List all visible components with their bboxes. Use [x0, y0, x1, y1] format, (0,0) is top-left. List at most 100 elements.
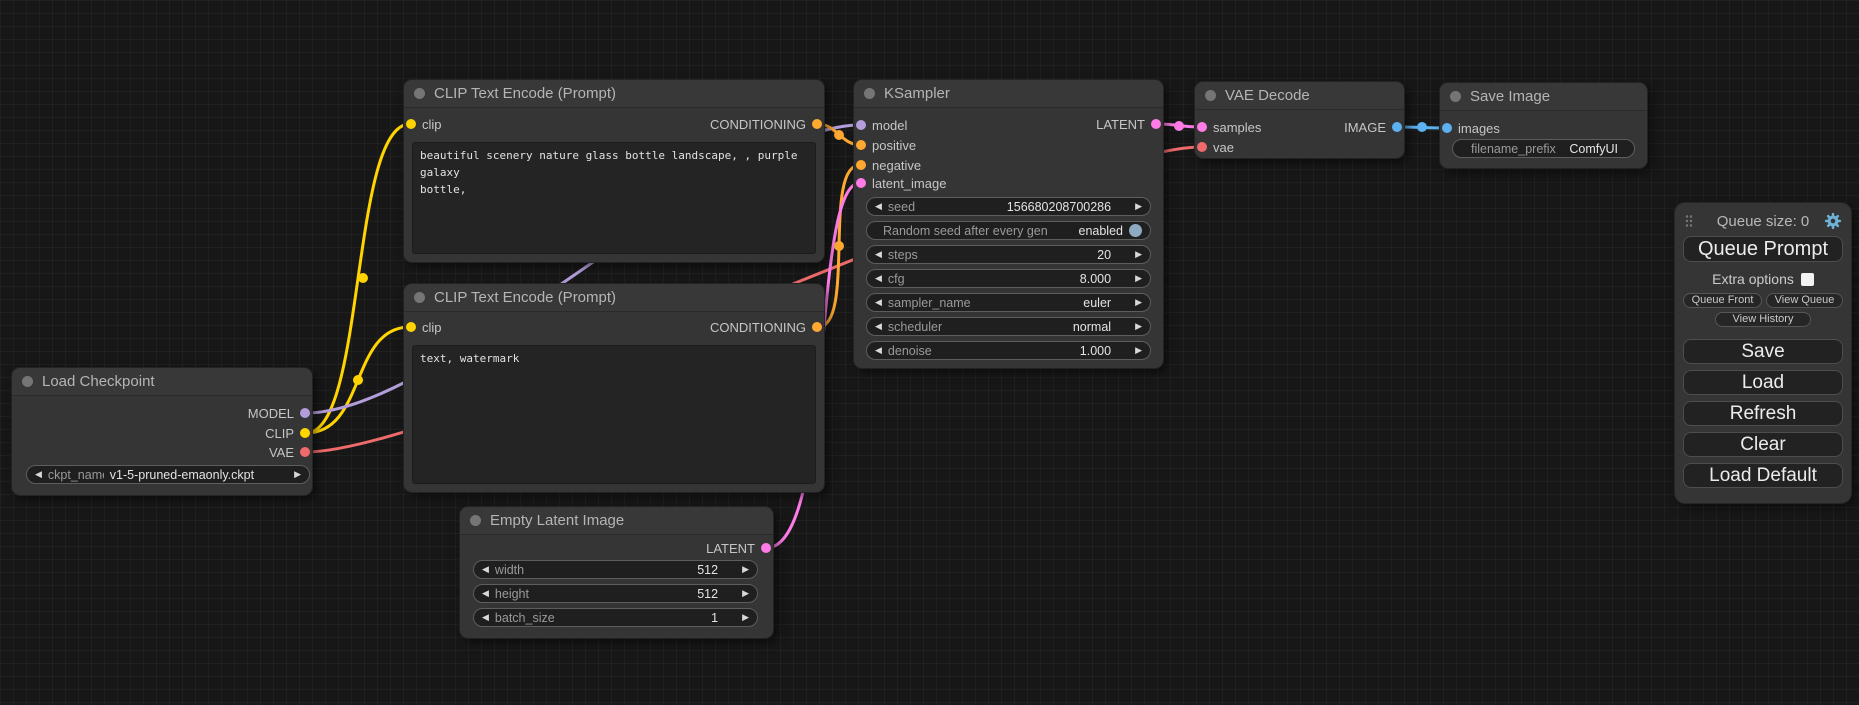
port-row-clip-input: clip — [406, 319, 442, 335]
increment-arrow-icon[interactable]: ▶ — [1135, 202, 1142, 211]
view-history-button[interactable]: View History — [1715, 312, 1811, 327]
decrement-arrow-icon[interactable]: ◀ — [482, 589, 489, 598]
conditioning-output-port[interactable] — [812, 322, 822, 332]
node-graph-canvas[interactable]: Load Checkpoint MODEL CLIP VAE ◀ ckpt_na… — [0, 0, 1859, 705]
images-input-port[interactable] — [1442, 123, 1452, 133]
widget-random-seed-toggle[interactable]: Random seed after every gen enabled — [866, 221, 1151, 240]
drag-handle-icon[interactable] — [1684, 214, 1694, 228]
settings-gear-icon[interactable] — [1824, 212, 1842, 230]
vae-input-port[interactable] — [1197, 142, 1207, 152]
node-empty-latent-image: Empty Latent Image LATENT ◀ width 512 ▶ … — [460, 507, 773, 638]
conditioning-output-port[interactable] — [812, 119, 822, 129]
latent-output-port[interactable] — [1151, 119, 1161, 129]
collapse-dot-icon[interactable] — [470, 515, 481, 526]
port-row-clip-output: CLIP — [265, 425, 310, 441]
queue-panel-header: Queue size: 0 — [1683, 210, 1843, 232]
collapse-dot-icon[interactable] — [414, 292, 425, 303]
widget-steps[interactable]: ◀ steps 20 ▶ — [866, 245, 1151, 264]
save-button[interactable]: Save — [1683, 339, 1843, 364]
queue-prompt-button[interactable]: Queue Prompt — [1683, 236, 1843, 262]
decrement-arrow-icon[interactable]: ◀ — [875, 298, 882, 307]
load-default-button[interactable]: Load Default — [1683, 463, 1843, 488]
toggle-enabled-icon[interactable] — [1129, 224, 1142, 237]
port-label: vae — [1213, 140, 1234, 155]
node-titlebar[interactable]: Empty Latent Image — [460, 507, 773, 535]
port-row-model-output: MODEL — [248, 405, 310, 421]
node-clip-text-encode-negative: CLIP Text Encode (Prompt) clip CONDITION… — [404, 284, 824, 492]
prompt-textarea[interactable]: text, watermark — [412, 345, 816, 484]
widget-width[interactable]: ◀ width 512 ▶ — [473, 560, 758, 579]
latent-output-port[interactable] — [761, 543, 771, 553]
port-row-conditioning-output: CONDITIONING — [710, 116, 822, 132]
positive-input-port[interactable] — [856, 140, 866, 150]
decrement-arrow-icon[interactable]: ◀ — [875, 346, 882, 355]
increment-arrow-icon[interactable]: ▶ — [742, 589, 749, 598]
port-row-latent-output: LATENT — [706, 540, 771, 556]
decrement-arrow-icon[interactable]: ◀ — [875, 274, 882, 283]
collapse-dot-icon[interactable] — [1205, 90, 1216, 101]
clear-button[interactable]: Clear — [1683, 432, 1843, 457]
model-input-port[interactable] — [856, 120, 866, 130]
collapse-dot-icon[interactable] — [414, 88, 425, 99]
widget-batch-size[interactable]: ◀ batch_size 1 ▶ — [473, 608, 758, 627]
port-row-images-input: images — [1442, 120, 1500, 136]
vae-output-port[interactable] — [300, 447, 310, 457]
wire-midpoint-dot — [358, 273, 368, 283]
port-label: samples — [1213, 120, 1261, 135]
decrement-arrow-icon[interactable]: ◀ — [875, 250, 882, 259]
queue-front-button[interactable]: Queue Front — [1683, 293, 1762, 308]
port-row-clip-input: clip — [406, 116, 442, 132]
node-titlebar[interactable]: Load Checkpoint — [12, 368, 312, 396]
widget-value: ComfyUI — [1569, 142, 1618, 156]
clip-output-port[interactable] — [300, 428, 310, 438]
increment-arrow-icon[interactable]: ▶ — [1135, 322, 1142, 331]
increment-arrow-icon[interactable]: ▶ — [1135, 346, 1142, 355]
load-button[interactable]: Load — [1683, 370, 1843, 395]
clip-input-port[interactable] — [406, 119, 416, 129]
port-label: clip — [422, 117, 442, 132]
latent-image-input-port[interactable] — [856, 178, 866, 188]
refresh-button[interactable]: Refresh — [1683, 401, 1843, 426]
samples-input-port[interactable] — [1197, 122, 1207, 132]
widget-label: batch_size — [495, 611, 705, 625]
node-titlebar[interactable]: VAE Decode — [1195, 82, 1404, 110]
prompt-textarea[interactable]: beautiful scenery nature glass bottle la… — [412, 142, 816, 254]
collapse-dot-icon[interactable] — [1450, 91, 1461, 102]
negative-input-port[interactable] — [856, 160, 866, 170]
widget-seed[interactable]: ◀ seed 156680208700286 ▶ — [866, 197, 1151, 216]
widget-sampler-name[interactable]: ◀ sampler_name euler ▶ — [866, 293, 1151, 312]
node-titlebar[interactable]: CLIP Text Encode (Prompt) — [404, 80, 824, 108]
node-titlebar[interactable]: CLIP Text Encode (Prompt) — [404, 284, 824, 312]
decrement-arrow-icon[interactable]: ◀ — [35, 470, 42, 479]
node-title: VAE Decode — [1225, 87, 1310, 104]
increment-arrow-icon[interactable]: ▶ — [742, 565, 749, 574]
collapse-dot-icon[interactable] — [864, 88, 875, 99]
increment-arrow-icon[interactable]: ▶ — [294, 470, 301, 479]
widget-filename-prefix[interactable]: filename_prefix ComfyUI — [1452, 139, 1635, 158]
increment-arrow-icon[interactable]: ▶ — [1135, 250, 1142, 259]
model-output-port[interactable] — [300, 408, 310, 418]
increment-arrow-icon[interactable]: ▶ — [1135, 298, 1142, 307]
extra-options-checkbox[interactable] — [1801, 273, 1814, 286]
widget-denoise[interactable]: ◀ denoise 1.000 ▶ — [866, 341, 1151, 360]
increment-arrow-icon[interactable]: ▶ — [1135, 274, 1142, 283]
view-queue-button[interactable]: View Queue — [1766, 293, 1843, 308]
decrement-arrow-icon[interactable]: ◀ — [482, 613, 489, 622]
decrement-arrow-icon[interactable]: ◀ — [875, 202, 882, 211]
port-label: LATENT — [1096, 117, 1145, 132]
port-label: MODEL — [248, 406, 294, 421]
widget-scheduler[interactable]: ◀ scheduler normal ▶ — [866, 317, 1151, 336]
collapse-dot-icon[interactable] — [22, 376, 33, 387]
node-titlebar[interactable]: KSampler — [854, 80, 1163, 108]
image-output-port[interactable] — [1392, 122, 1402, 132]
increment-arrow-icon[interactable]: ▶ — [742, 613, 749, 622]
widget-cfg[interactable]: ◀ cfg 8.000 ▶ — [866, 269, 1151, 288]
widget-height[interactable]: ◀ height 512 ▶ — [473, 584, 758, 603]
wire-midpoint-dot — [834, 241, 844, 251]
clip-input-port[interactable] — [406, 322, 416, 332]
widget-ckpt-name[interactable]: ◀ ckpt_name v1-5-pruned-emaonly.ckpt ▶ — [26, 465, 310, 484]
decrement-arrow-icon[interactable]: ◀ — [482, 565, 489, 574]
decrement-arrow-icon[interactable]: ◀ — [875, 322, 882, 331]
node-titlebar[interactable]: Save Image — [1440, 83, 1647, 111]
port-label: clip — [422, 320, 442, 335]
